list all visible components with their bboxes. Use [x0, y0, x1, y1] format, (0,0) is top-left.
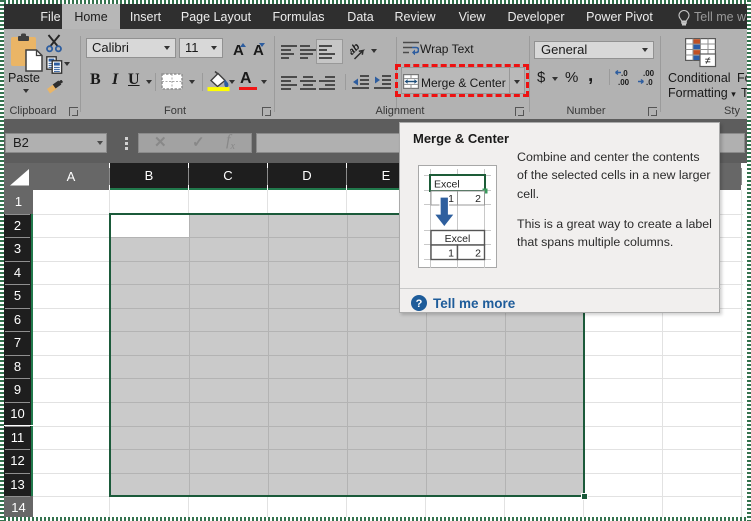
svg-text:2: 2 [475, 193, 481, 205]
svg-text:Excel: Excel [434, 179, 460, 191]
svg-text:≠: ≠ [705, 55, 711, 67]
svg-text:Excel: Excel [445, 233, 471, 245]
svg-text:.0: .0 [646, 78, 653, 86]
svg-text:.00: .00 [643, 69, 655, 78]
svg-text:?: ? [416, 298, 423, 310]
svg-text:1: 1 [448, 248, 454, 260]
svg-text:.00: .00 [618, 78, 630, 86]
svg-text:2: 2 [475, 248, 481, 260]
svg-text:.0: .0 [621, 69, 628, 78]
